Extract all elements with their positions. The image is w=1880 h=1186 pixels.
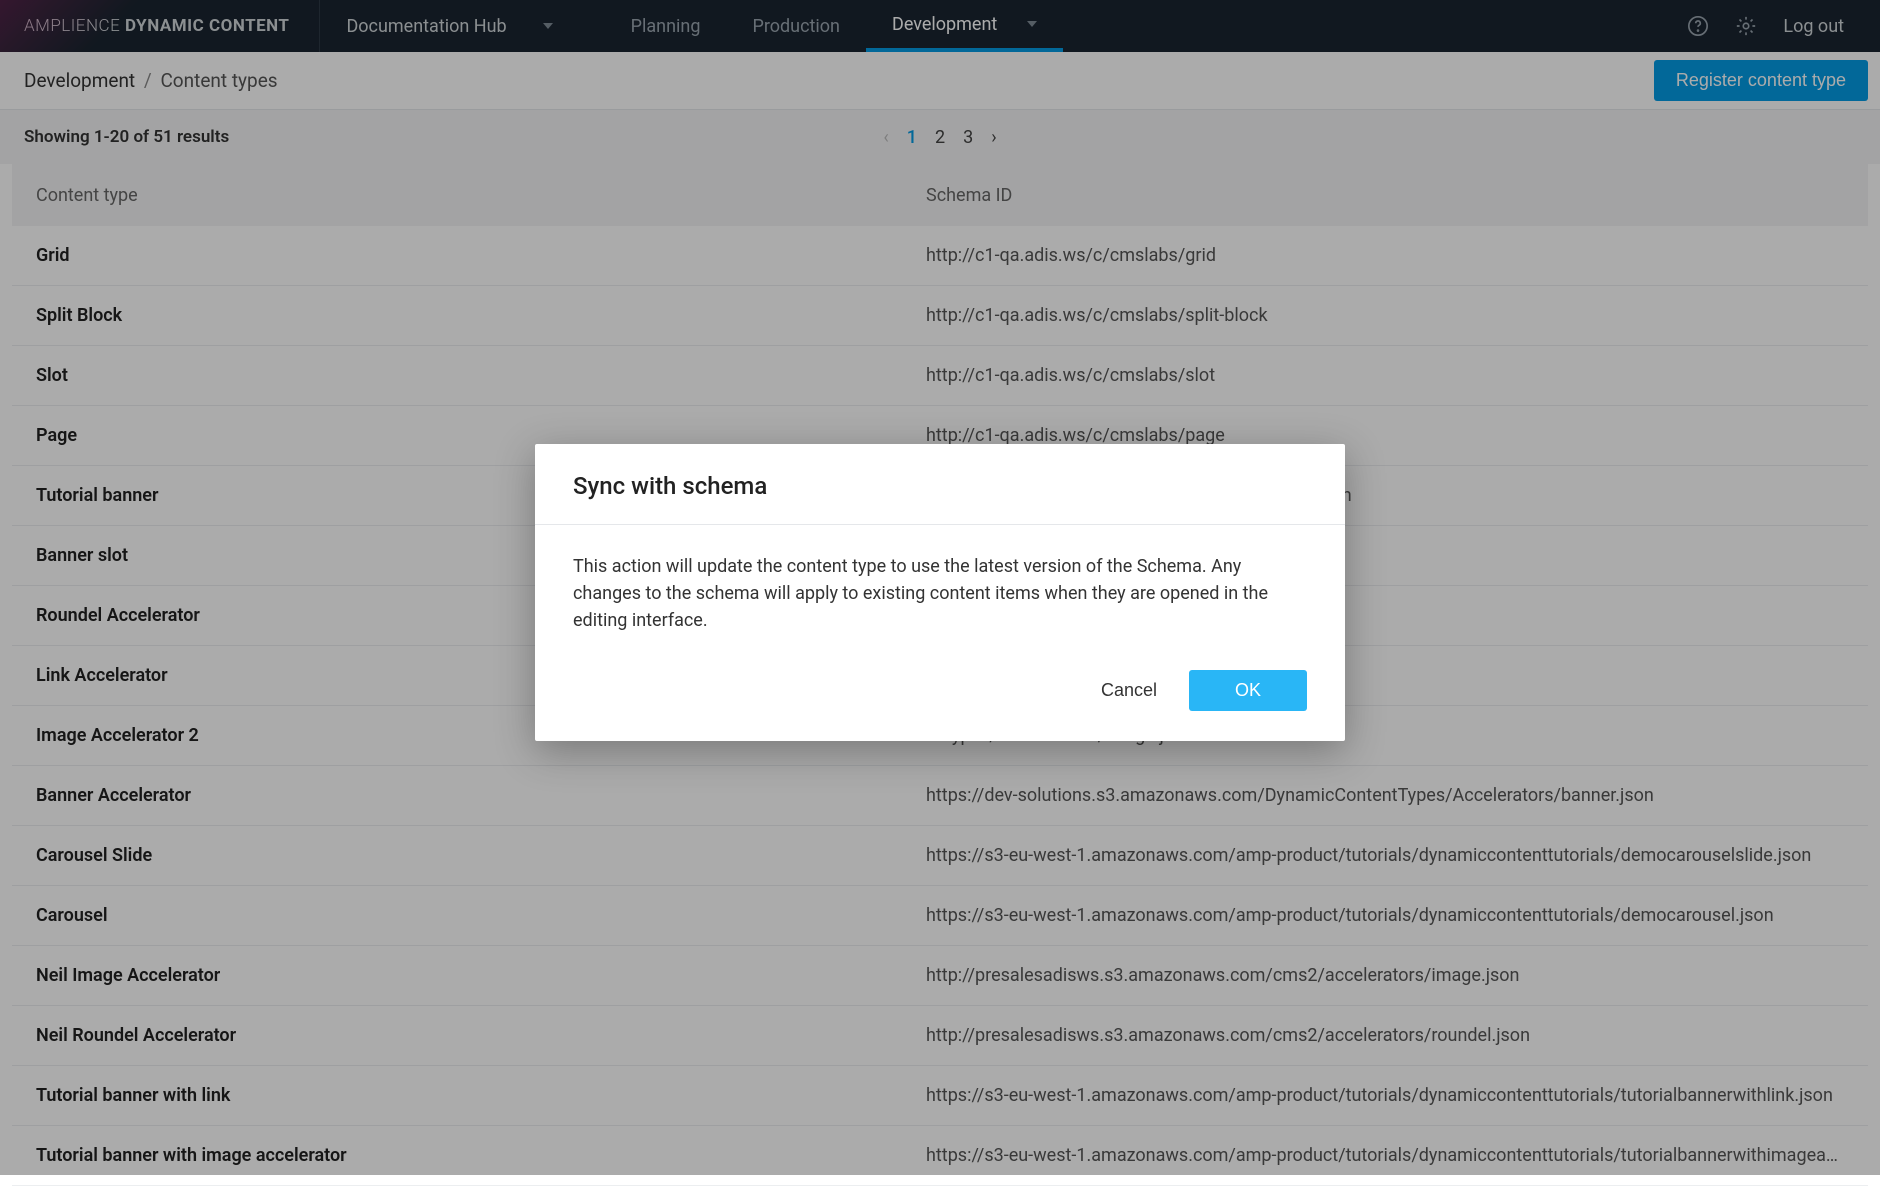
modal-actions: Cancel OK: [535, 644, 1345, 741]
modal-header: Sync with schema: [535, 444, 1345, 525]
modal-body: This action will update the content type…: [535, 525, 1345, 644]
modal-overlay[interactable]: Sync with schema This action will update…: [0, 0, 1880, 1175]
modal-title: Sync with schema: [573, 472, 1307, 500]
sync-schema-modal: Sync with schema This action will update…: [535, 444, 1345, 741]
cancel-button[interactable]: Cancel: [1101, 680, 1157, 701]
ok-button[interactable]: OK: [1189, 670, 1307, 711]
